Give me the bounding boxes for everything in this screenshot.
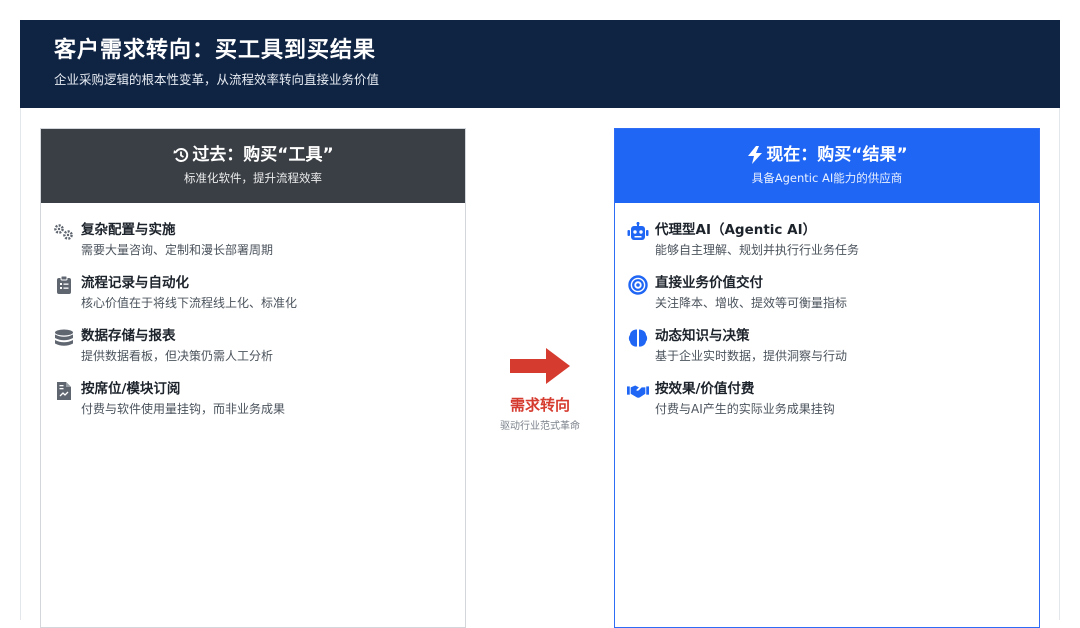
past-item-title: 数据存储与报表 [81,328,176,344]
past-item-title: 流程记录与自动化 [81,275,189,291]
handshake-icon [627,380,649,402]
present-item-title: 直接业务价值交付 [655,275,763,291]
present-panel-title: 现在：购买“结果” [766,145,908,165]
past-panel-subtitle: 标准化软件，提升流程效率 [184,171,322,185]
gears-icon [53,221,75,243]
file-invoice-icon [53,380,75,402]
transition-label: 需求转向 [509,396,570,414]
past-item-list: 复杂配置与实施 需要大量咨询、定制和漫长部署周期 流程记录与自动化 核心价值在于… [41,203,465,417]
present-item-title: 代理型AI（Agentic AI） [655,222,817,238]
present-item: 代理型AI（Agentic AI） 能够自主理解、规划并执行行业务任务 [627,221,1039,258]
present-item-desc: 付费与AI产生的实际业务成果挂钩 [655,402,835,416]
present-item-desc: 能够自主理解、规划并执行行业务任务 [655,243,860,257]
past-item: 数据存储与报表 提供数据看板，但决策仍需人工分析 [53,327,465,364]
present-item: 直接业务价值交付 关注降本、增收、提效等可衡量指标 [627,274,1039,311]
past-item-desc: 付费与软件使用量挂钩，而非业务成果 [81,402,286,416]
present-item: 动态知识与决策 基于企业实时数据，提供洞察与行动 [627,327,1039,364]
present-item-list: 代理型AI（Agentic AI） 能够自主理解、规划并执行行业务任务 直接业务… [615,203,1039,417]
present-item-title: 按效果/价值付费 [655,381,755,397]
past-item-title: 复杂配置与实施 [81,222,176,238]
present-item-desc: 基于企业实时数据，提供洞察与行动 [655,349,848,363]
bullseye-icon [627,274,649,296]
database-icon [53,327,75,349]
robot-icon [627,221,649,243]
past-item-title: 按席位/模块订阅 [81,381,181,397]
past-item: 按席位/模块订阅 付费与软件使用量挂钩，而非业务成果 [53,380,465,417]
present-panel-header: 现在：购买“结果” 具备Agentic AI能力的供应商 [615,129,1039,203]
present-panel-subtitle: 具备Agentic AI能力的供应商 [751,171,903,185]
transition-indicator: 需求转向 驱动行业范式革命 [490,346,590,432]
slide-header: 客户需求转向：买工具到买结果 企业采购逻辑的根本性变革，从流程效率转向直接业务价… [20,20,1060,108]
history-icon [172,146,190,164]
transition-sublabel: 驱动行业范式革命 [500,421,580,432]
slide-subtitle: 企业采购逻辑的根本性变革，从流程效率转向直接业务价值 [54,72,380,87]
arrow-right-icon [490,346,590,390]
past-item-desc: 核心价值在于将线下流程线上化、标准化 [81,296,298,310]
past-panel-header: 过去：购买“工具” 标准化软件，提升流程效率 [41,129,465,203]
past-item: 复杂配置与实施 需要大量咨询、定制和漫长部署周期 [53,221,465,258]
past-panel-title: 过去：购买“工具” [192,145,334,165]
bolt-icon [746,146,764,164]
brain-icon [627,327,649,349]
past-item: 流程记录与自动化 核心价值在于将线下流程线上化、标准化 [53,274,465,311]
past-item-desc: 需要大量咨询、定制和漫长部署周期 [81,243,274,257]
present-panel: 现在：购买“结果” 具备Agentic AI能力的供应商 代理型AI（Agent… [614,128,1040,628]
present-item-desc: 关注降本、增收、提效等可衡量指标 [655,296,848,310]
slide-title: 客户需求转向：买工具到买结果 [54,38,377,63]
clipboard-list-icon [53,274,75,296]
past-panel: 过去：购买“工具” 标准化软件，提升流程效率 复杂配置与实施 需要大量咨询、定制… [40,128,466,628]
past-item-desc: 提供数据看板，但决策仍需人工分析 [81,349,274,363]
present-item-title: 动态知识与决策 [655,328,750,344]
present-item: 按效果/价值付费 付费与AI产生的实际业务成果挂钩 [627,380,1039,417]
